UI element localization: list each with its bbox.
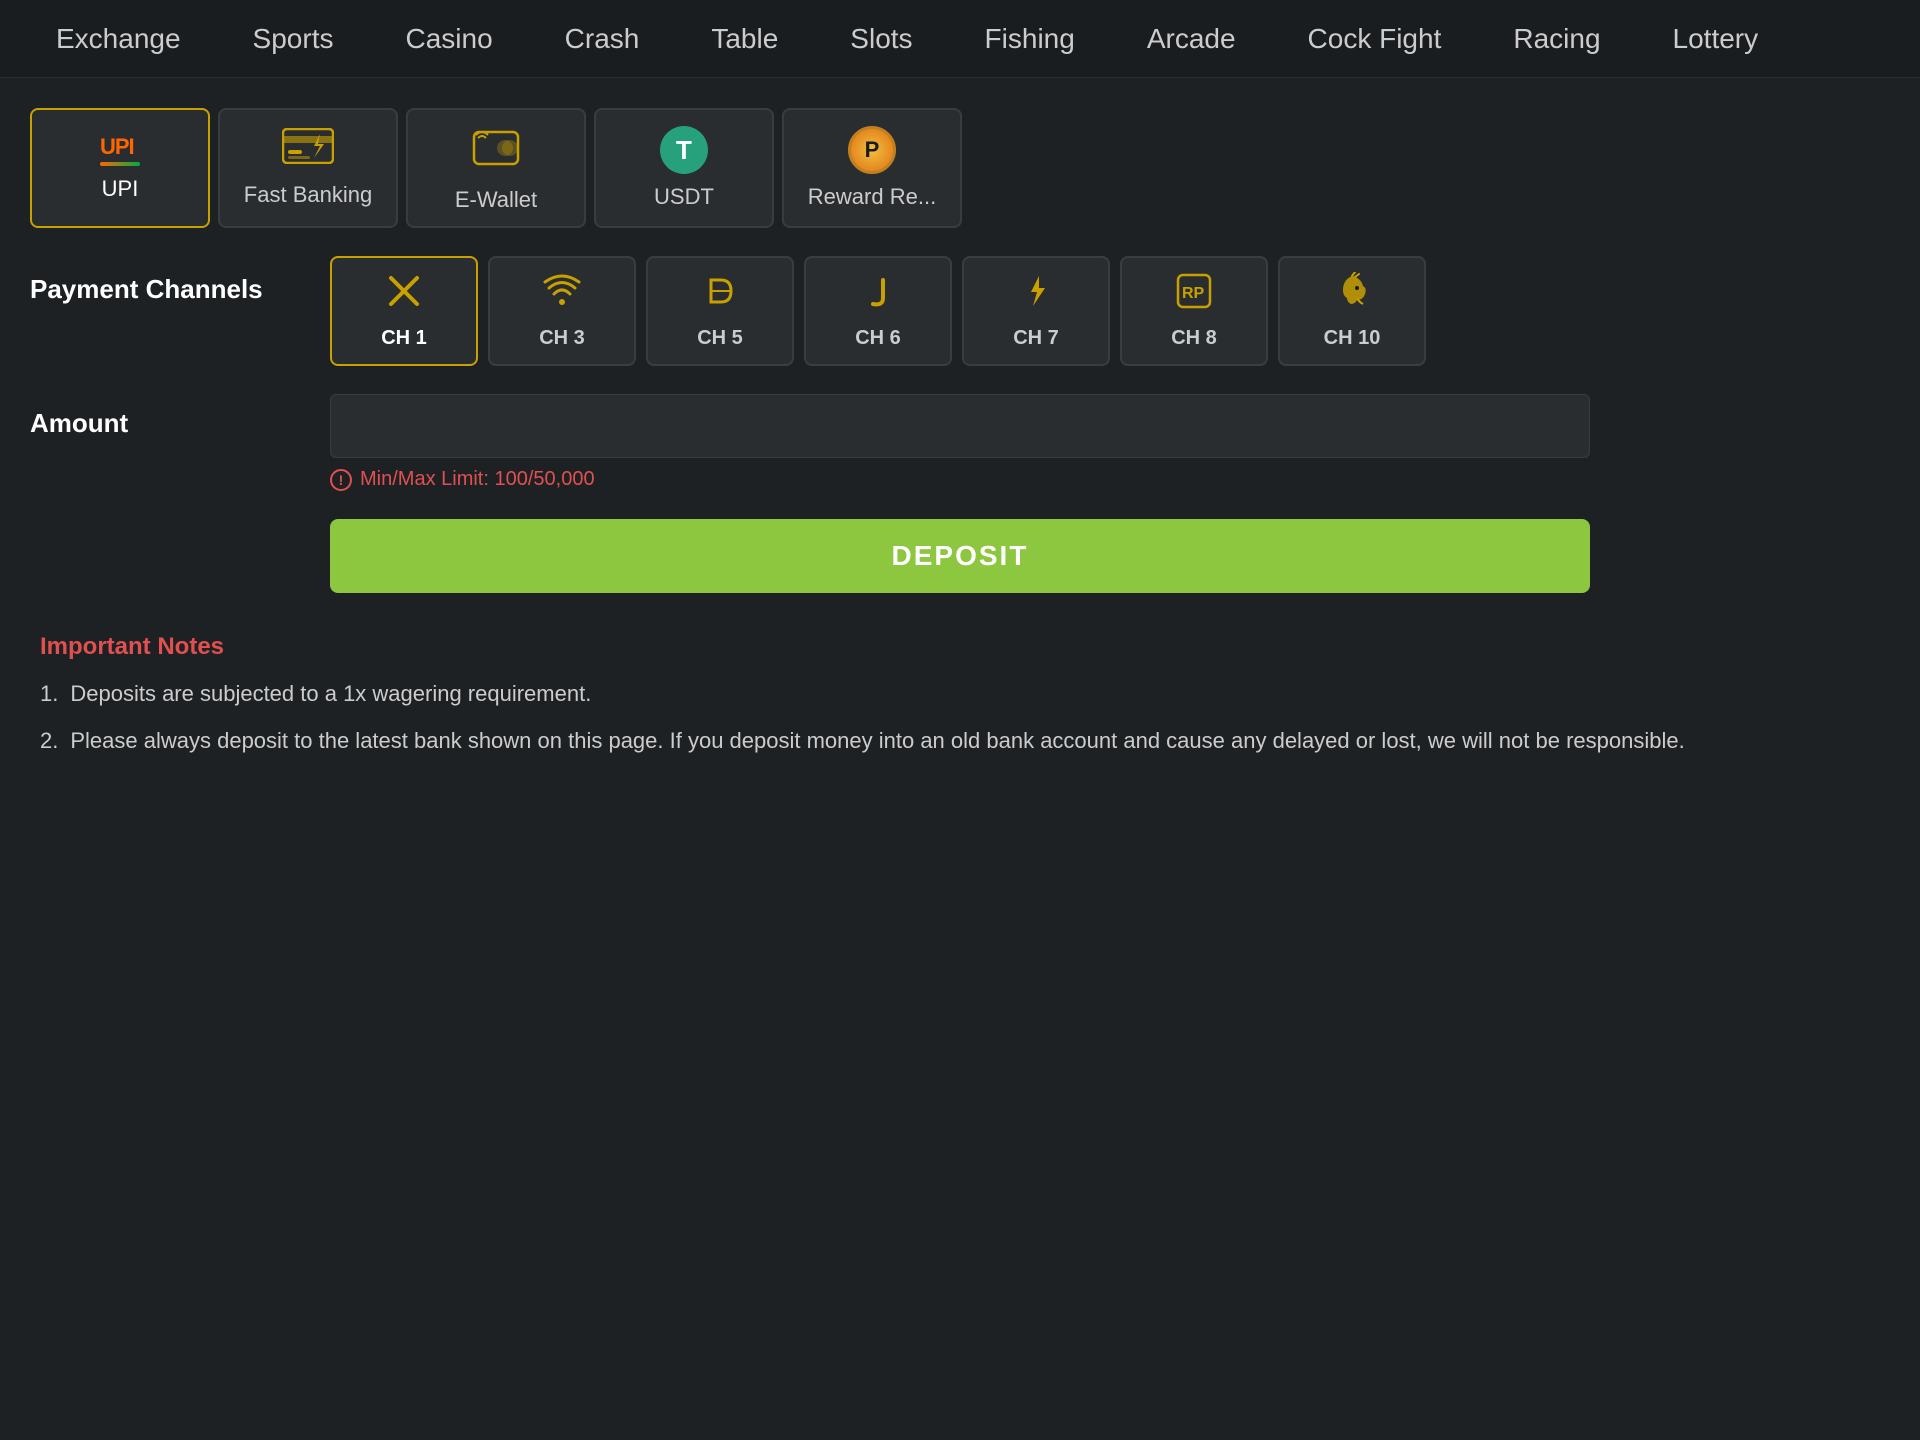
channel-ch7[interactable]: CH 7 bbox=[962, 256, 1110, 366]
main-content: UPI UPI Fast Banking bbox=[0, 78, 1920, 801]
nav-item-arcade[interactable]: Arcade bbox=[1111, 0, 1272, 78]
nav-item-lottery[interactable]: Lottery bbox=[1637, 0, 1795, 78]
list-item: 2. Please always deposit to the latest b… bbox=[40, 724, 1880, 757]
fast-banking-icon bbox=[282, 128, 334, 172]
ch3-icon bbox=[543, 272, 581, 319]
notes-title: Important Notes bbox=[40, 633, 1880, 661]
channels-row: CH 1 CH 3 bbox=[330, 256, 1426, 366]
ch6-icon bbox=[859, 272, 897, 319]
svg-text:RP: RP bbox=[1182, 285, 1205, 302]
reward-icon: P bbox=[848, 126, 896, 174]
ch6-label: CH 6 bbox=[855, 327, 901, 350]
channel-ch1[interactable]: CH 1 bbox=[330, 256, 478, 366]
amount-section: Amount ! Min/Max Limit: 100/50,000 bbox=[30, 394, 1890, 491]
ch3-label: CH 3 bbox=[539, 327, 585, 350]
payment-method-upi-label: UPI bbox=[102, 176, 139, 202]
ch5-icon bbox=[701, 272, 739, 319]
nav-item-cockfight[interactable]: Cock Fight bbox=[1272, 0, 1478, 78]
ch10-icon bbox=[1333, 272, 1371, 319]
payment-channels-section: Payment Channels CH 1 bbox=[30, 256, 1890, 366]
navigation-bar: Exchange Sports Casino Crash Table Slots… bbox=[0, 0, 1920, 78]
payment-method-ewallet-label: E-Wallet bbox=[455, 187, 537, 213]
nav-item-table[interactable]: Table bbox=[675, 0, 814, 78]
payment-method-upi[interactable]: UPI UPI bbox=[30, 108, 210, 228]
channel-ch10[interactable]: CH 10 bbox=[1278, 256, 1426, 366]
amount-input[interactable] bbox=[330, 394, 1590, 458]
deposit-button[interactable]: DEPOSIT bbox=[330, 519, 1590, 593]
nav-item-racing[interactable]: Racing bbox=[1477, 0, 1636, 78]
channel-ch8[interactable]: RP CH 8 bbox=[1120, 256, 1268, 366]
ch10-label: CH 10 bbox=[1324, 327, 1381, 350]
channel-ch3[interactable]: CH 3 bbox=[488, 256, 636, 366]
payment-channels-label: Payment Channels bbox=[30, 256, 310, 305]
min-max-text: Min/Max Limit: 100/50,000 bbox=[360, 468, 595, 491]
ch5-label: CH 5 bbox=[697, 327, 743, 350]
ch7-icon bbox=[1017, 272, 1055, 319]
ch8-label: CH 8 bbox=[1171, 327, 1217, 350]
hint-icon: ! bbox=[330, 469, 352, 491]
channel-ch5[interactable]: CH 5 bbox=[646, 256, 794, 366]
list-item: 1. Deposits are subjected to a 1x wageri… bbox=[40, 677, 1880, 710]
deposit-button-row: DEPOSIT bbox=[30, 519, 1890, 593]
usdt-icon: T bbox=[660, 126, 708, 174]
payment-method-fast-banking[interactable]: Fast Banking bbox=[218, 108, 398, 228]
min-max-hint: ! Min/Max Limit: 100/50,000 bbox=[330, 468, 1590, 491]
nav-item-exchange[interactable]: Exchange bbox=[20, 0, 217, 78]
amount-label: Amount bbox=[30, 394, 310, 439]
payment-method-tabs: UPI UPI Fast Banking bbox=[30, 108, 1890, 228]
nav-item-fishing[interactable]: Fishing bbox=[949, 0, 1111, 78]
notes-section: Important Notes 1. Deposits are subjecte… bbox=[30, 633, 1890, 757]
nav-item-sports[interactable]: Sports bbox=[217, 0, 370, 78]
payment-method-ewallet[interactable]: E-Wallet bbox=[406, 108, 586, 228]
ch8-icon: RP bbox=[1175, 272, 1213, 319]
nav-item-casino[interactable]: Casino bbox=[369, 0, 528, 78]
payment-method-usdt[interactable]: T USDT bbox=[594, 108, 774, 228]
ch1-label: CH 1 bbox=[381, 327, 427, 350]
payment-method-reward[interactable]: P Reward Re... bbox=[782, 108, 962, 228]
payment-method-fast-banking-label: Fast Banking bbox=[244, 182, 372, 208]
ch7-label: CH 7 bbox=[1013, 327, 1059, 350]
nav-item-crash[interactable]: Crash bbox=[529, 0, 676, 78]
ch1-icon bbox=[385, 272, 423, 319]
nav-item-slots[interactable]: Slots bbox=[814, 0, 948, 78]
upi-icon: UPI bbox=[100, 134, 140, 166]
ewallet-icon bbox=[472, 124, 520, 177]
amount-input-wrapper: ! Min/Max Limit: 100/50,000 bbox=[330, 394, 1590, 491]
payment-method-usdt-label: USDT bbox=[654, 184, 714, 210]
notes-list: 1. Deposits are subjected to a 1x wageri… bbox=[40, 677, 1880, 757]
payment-method-reward-label: Reward Re... bbox=[808, 184, 936, 210]
channel-ch6[interactable]: CH 6 bbox=[804, 256, 952, 366]
